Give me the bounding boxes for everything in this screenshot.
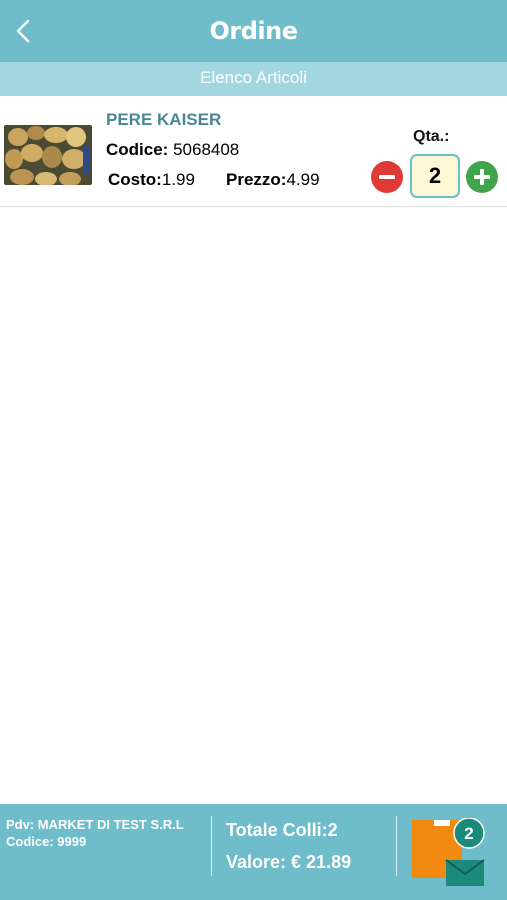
item-code-value: 5068408 [173,140,240,159]
plus-icon [474,169,490,185]
item-price-label: Prezzo: [226,170,287,189]
app-header: Ordine [0,0,507,62]
section-header: Elenco Articoli [0,62,507,96]
decrease-qty-button[interactable] [371,161,403,193]
order-count-badge: 2 [464,824,473,843]
order-summary-bar: Pdv: MARKET DI TEST S.R.L Codice: 9999 T… [0,804,507,900]
item-code: Codice: 5068408 [106,140,239,160]
item-cost: Costo:1.99 [108,170,195,190]
product-image [4,125,92,185]
total-value: Valore: € 21.89 [226,852,352,872]
list-item[interactable]: PERE KAISER Codice: 5068408 Costo:1.99 P… [0,98,507,207]
store-name: Pdv: MARKET DI TEST S.R.L [6,817,184,832]
qty-input[interactable]: 2 [410,154,460,198]
qty-label: Qta.: [413,128,450,145]
item-price: Prezzo:4.99 [226,170,320,190]
store-code: Codice: 9999 [6,834,87,849]
increase-qty-button[interactable] [466,161,498,193]
divider [396,816,397,876]
divider [211,816,212,876]
item-price-value: 4.99 [286,170,320,189]
order-totals: Totale Colli:2 Valore: € 21.89 [226,814,351,878]
item-code-label: Codice: [106,140,169,159]
send-order-icon[interactable]: 2 [412,818,486,888]
page-title: Ordine [209,17,298,45]
item-cost-value: 1.99 [161,170,195,189]
store-info: Pdv: MARKET DI TEST S.R.L Codice: 9999 [6,816,184,850]
item-cost-label: Costo: [108,170,162,189]
minus-icon [379,175,395,179]
total-colli: Totale Colli:2 [226,820,338,840]
item-name: PERE KAISER [106,110,222,129]
